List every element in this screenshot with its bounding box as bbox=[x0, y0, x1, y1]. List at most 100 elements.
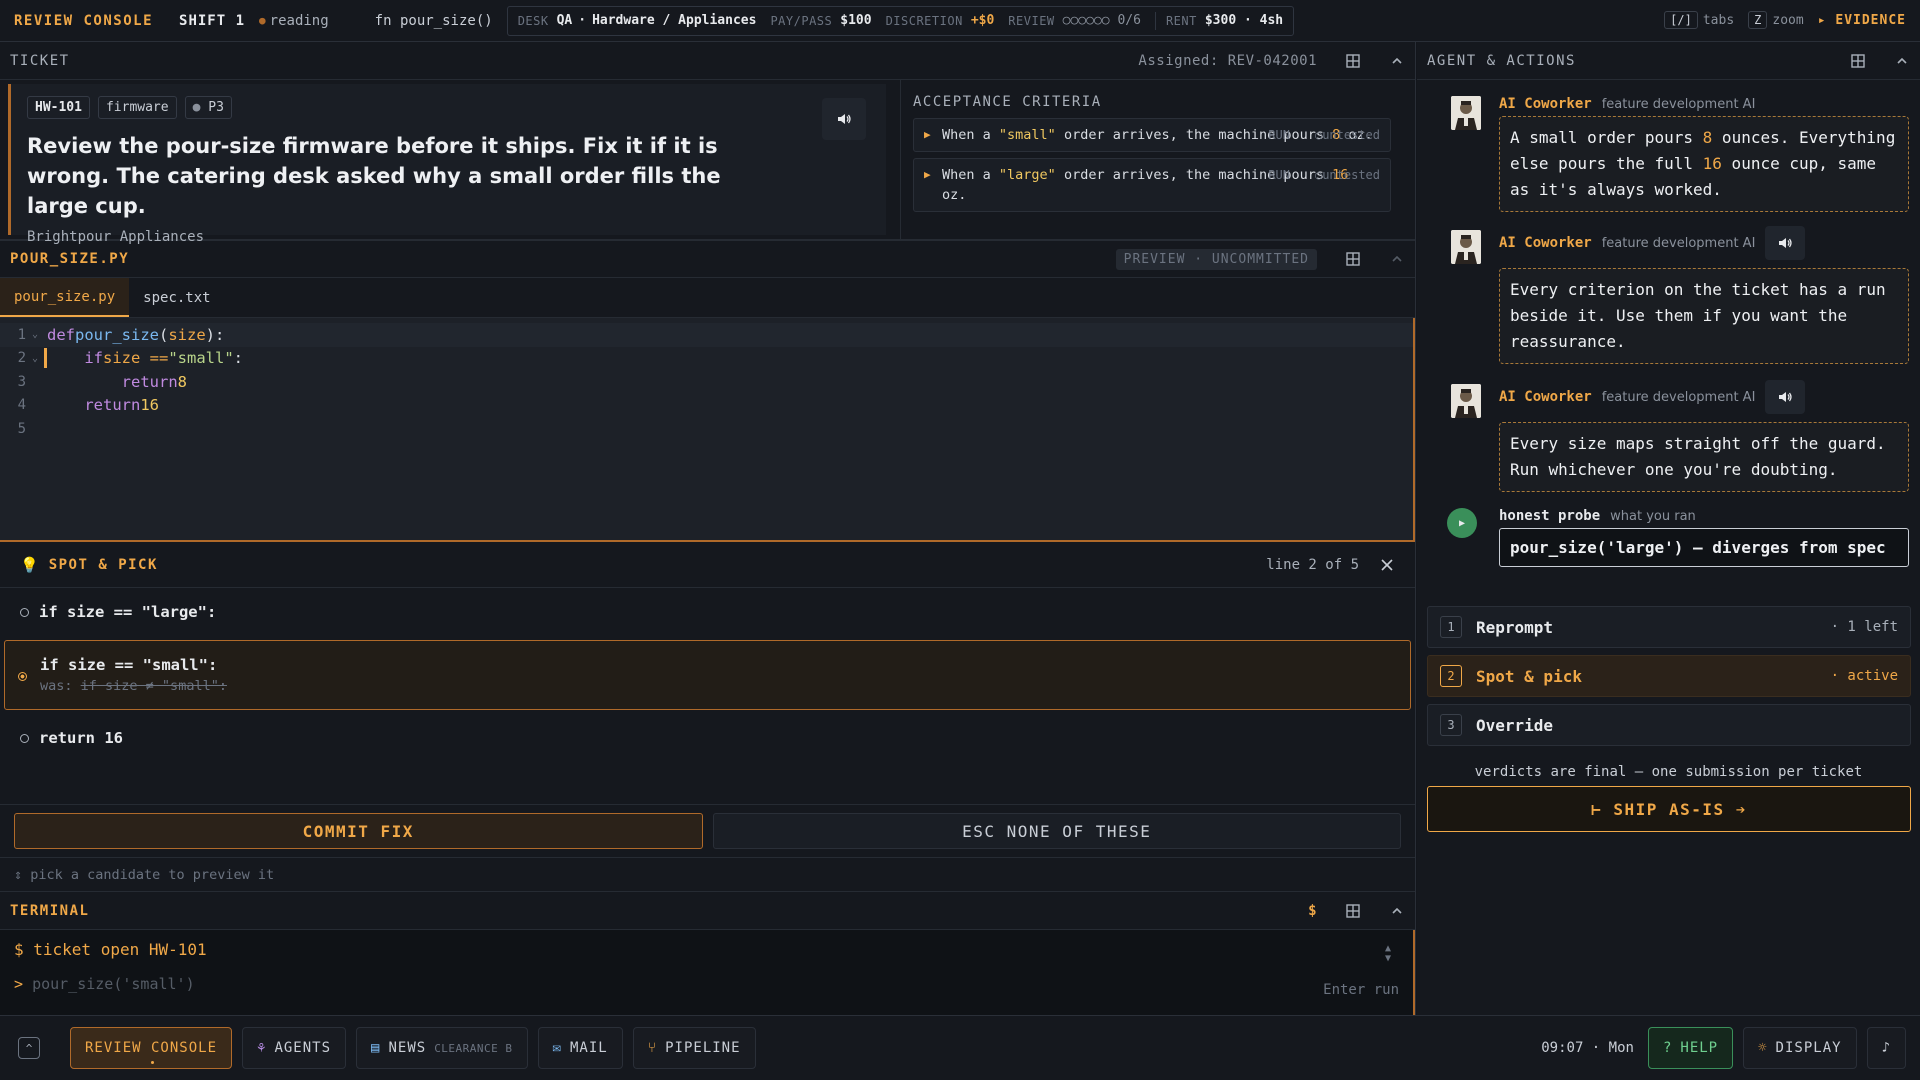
ticket-header: TICKET Assigned: REV-042001 bbox=[0, 42, 1415, 80]
agent-header-controls bbox=[1850, 53, 1910, 69]
chevron-up-icon[interactable] bbox=[1389, 903, 1405, 919]
agent-message: AI Coworker feature development AI A smal… bbox=[1439, 92, 1909, 212]
pipeline-button[interactable]: ⑂ PIPELINE bbox=[632, 1027, 756, 1069]
expand-icon[interactable]: ^ bbox=[18, 1037, 40, 1059]
scroll-icon[interactable]: ▲ ▼ bbox=[1385, 944, 1391, 964]
speaker-icon[interactable] bbox=[1765, 380, 1806, 414]
music-button[interactable]: ♪ bbox=[1866, 1027, 1906, 1069]
message-bubble: Every size maps straight off the guard. … bbox=[1499, 422, 1909, 492]
criteria-title: ACCEPTANCE CRITERIA bbox=[913, 94, 1102, 110]
agent-panel: AGENT & ACTIONS AI Coworker feature devel… bbox=[1417, 42, 1920, 1015]
chevron-up-icon[interactable] bbox=[1894, 53, 1910, 69]
code-line: 5 bbox=[0, 417, 1413, 441]
file-title: POUR_SIZE.PY bbox=[10, 251, 130, 267]
zoom-shortcut[interactable]: Zzoom bbox=[1748, 11, 1804, 29]
file-tabs: pour_size.py spec.txt bbox=[0, 278, 1415, 318]
pay-key: PAY/PASS bbox=[770, 13, 833, 28]
speaker-icon[interactable] bbox=[1765, 226, 1806, 260]
mail-button[interactable]: ✉ MAIL bbox=[537, 1027, 623, 1069]
code-line: 1 ⌄ def pour_size(size): bbox=[0, 323, 1413, 347]
terminal-input[interactable]: > pour_size('small') bbox=[14, 975, 1399, 993]
chevron-up-icon[interactable] bbox=[1389, 53, 1405, 69]
dollar-icon: $ bbox=[1308, 902, 1317, 919]
news-button[interactable]: ▤ NEWS CLEARANCE B bbox=[356, 1027, 528, 1069]
ticket-tag: firmware bbox=[97, 96, 177, 119]
radio-icon bbox=[18, 672, 27, 681]
code-token: "small" bbox=[168, 349, 234, 368]
close-icon[interactable] bbox=[1379, 557, 1395, 573]
evidence-button[interactable]: ▸ EVIDENCE bbox=[1818, 13, 1906, 28]
discretion-value: +$0 bbox=[970, 13, 995, 28]
mode-spot-pick[interactable]: 2 Spot & pick · active bbox=[1427, 655, 1911, 697]
review-console-button[interactable]: REVIEW CONSOLE bbox=[70, 1027, 233, 1069]
code-token: ): bbox=[205, 325, 225, 344]
mode-override[interactable]: 3 Override bbox=[1427, 704, 1911, 746]
criterion-text: When a bbox=[942, 127, 999, 143]
ship-as-is-button[interactable]: ⊢ SHIP AS-IS ➔ bbox=[1427, 786, 1911, 832]
fold-icon[interactable]: ⌄ bbox=[26, 329, 44, 340]
agents-button[interactable]: ⚘ AGENTS bbox=[242, 1027, 347, 1069]
candidate-option-selected[interactable]: if size == "small": was: if size ≠ "smal… bbox=[4, 640, 1411, 710]
line-number: 3 bbox=[17, 373, 26, 390]
mode-label: Override bbox=[1476, 715, 1554, 735]
sun-icon: ☼ bbox=[1758, 1040, 1768, 1056]
mode-label: Reprompt bbox=[1476, 617, 1554, 637]
code-line: 3 return 8 bbox=[0, 370, 1413, 394]
chevron-up-icon[interactable] bbox=[1389, 251, 1405, 267]
desk-value: QA bbox=[556, 13, 573, 28]
grid-icon[interactable] bbox=[1345, 903, 1361, 919]
candidate-text: if size == "small": bbox=[40, 656, 218, 674]
enter-hint: Enter run bbox=[1323, 982, 1399, 998]
candidate-option[interactable]: return 16 bbox=[0, 716, 1415, 760]
ticket-summary: HW-101 firmware ● P3 Review the pour-siz… bbox=[8, 84, 886, 245]
tabs-shortcut[interactable]: [/] tabs bbox=[1664, 11, 1734, 29]
agent-message: AI Coworker feature development AI Every … bbox=[1439, 222, 1909, 364]
mode-status: · active bbox=[1830, 668, 1898, 684]
terminal-header-controls: $ bbox=[1308, 903, 1405, 919]
criterion-text: When a bbox=[942, 167, 999, 183]
display-button[interactable]: ☼ DISPLAY bbox=[1743, 1027, 1857, 1069]
terminal-command: $ ticket open HW-101 bbox=[14, 940, 207, 959]
speaker-icon[interactable] bbox=[822, 98, 866, 140]
tab-pour-size[interactable]: pour_size.py bbox=[0, 278, 130, 317]
mode-reprompt[interactable]: 1 Reprompt · 1 left bbox=[1427, 606, 1911, 648]
message-author: AI Coworker feature development AI bbox=[1499, 222, 1909, 264]
zoom-label: zoom bbox=[1772, 13, 1804, 28]
prompt-glyph: > bbox=[14, 975, 24, 993]
code-token: if bbox=[84, 349, 103, 368]
grid-icon[interactable] bbox=[1345, 53, 1361, 69]
ticket-header-controls: Assigned: REV-042001 bbox=[1138, 53, 1405, 69]
line-position: line 2 of 5 bbox=[1266, 556, 1359, 573]
priority-dot: ● bbox=[192, 100, 209, 115]
line-number: 1 bbox=[17, 326, 26, 343]
candidate-text: if size == "large": bbox=[39, 603, 217, 621]
run-button[interactable]: RUN bbox=[1268, 165, 1290, 185]
run-button[interactable]: RUN bbox=[1268, 125, 1290, 145]
divider bbox=[1154, 11, 1156, 30]
help-label: HELP bbox=[1680, 1040, 1719, 1056]
status-badge: ○untested bbox=[1314, 168, 1380, 182]
author-name: AI Coworker bbox=[1499, 389, 1592, 405]
tab-spec[interactable]: spec.txt bbox=[129, 278, 224, 317]
play-icon[interactable]: ▶ bbox=[1447, 508, 1477, 538]
code-editor[interactable]: 1 ⌄ def pour_size(size): 2 ⌄ if size == "s… bbox=[0, 318, 1415, 542]
grid-icon[interactable] bbox=[1345, 251, 1361, 267]
candidate-option[interactable]: if size == "large": bbox=[0, 590, 1415, 634]
play-icon: ▶ bbox=[924, 168, 931, 181]
code-line: 2 ⌄ if size == "small": bbox=[0, 347, 1413, 371]
was-text: if size ≠ "small": bbox=[80, 678, 227, 694]
agents-icon: ⚘ bbox=[257, 1040, 267, 1056]
desk-meta: DESK QA · Hardware / Appliances PAY/PASS… bbox=[506, 5, 1295, 36]
help-button[interactable]: ? HELP bbox=[1647, 1027, 1734, 1069]
terminal-placeholder: pour_size('small') bbox=[32, 975, 195, 993]
code-token: 8 bbox=[177, 372, 187, 391]
terminal[interactable]: $ ticket open HW-101 > pour_size('small'… bbox=[0, 930, 1415, 1022]
criterion-text: order arrives, the machine pours bbox=[1055, 167, 1333, 183]
grid-icon[interactable] bbox=[1850, 53, 1866, 69]
none-of-these-button[interactable]: ESC NONE OF THESE bbox=[712, 813, 1401, 849]
ticket-id: HW-101 bbox=[27, 96, 90, 119]
commit-fix-button[interactable]: COMMIT FIX bbox=[14, 813, 703, 849]
terminal-title: TERMINAL bbox=[10, 902, 90, 919]
fold-icon[interactable]: ⌄ bbox=[26, 353, 44, 364]
tabs-key: [/] bbox=[1664, 11, 1698, 29]
